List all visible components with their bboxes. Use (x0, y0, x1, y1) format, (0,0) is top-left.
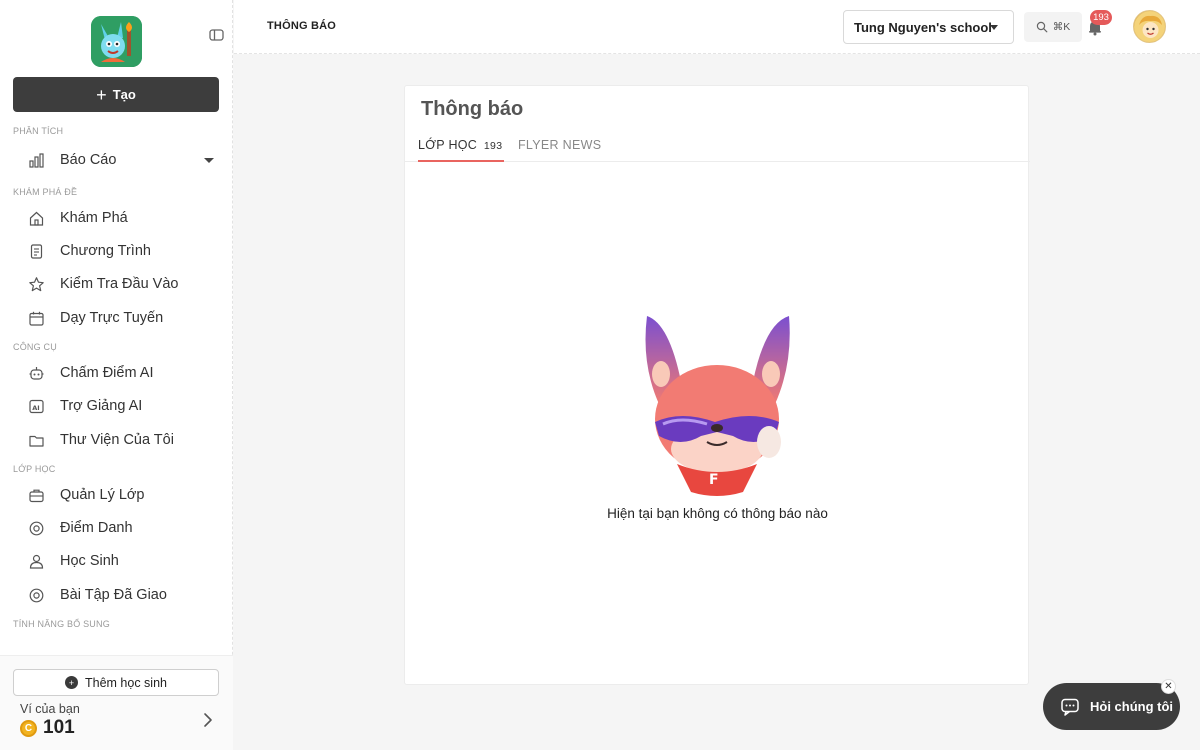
add-student-button[interactable]: + Thêm học sinh (13, 669, 219, 696)
notifications-card: Thông báo LỚP HỌC 193 FLYER NEWS F Hiện … (404, 85, 1030, 685)
empty-state-illustration: F (641, 314, 791, 496)
page-title: THÔNG BÁO (267, 20, 337, 32)
search-icon (1036, 21, 1048, 33)
chevron-right-icon (204, 713, 212, 727)
star-icon (28, 276, 45, 293)
tab-count: 193 (483, 140, 503, 152)
users-icon (28, 553, 45, 570)
briefcase-icon (28, 487, 45, 504)
chevron-down-icon (990, 25, 998, 30)
card-title: Thông báo (421, 98, 524, 120)
school-select-value: Tung Nguyen's school (854, 19, 992, 35)
sidebar-item-ai-grading[interactable]: Chấm Điểm AI (0, 358, 233, 388)
sidebar-item-label: Quản Lý Lớp (60, 487, 145, 503)
robot-icon (28, 365, 45, 382)
notification-count-badge: 193 (1090, 10, 1112, 25)
sidebar-toggle-icon (209, 29, 224, 41)
user-avatar-icon (1134, 11, 1165, 42)
sidebar-item-reports[interactable]: Báo Cáo (0, 145, 233, 175)
sidebar-item-label: Học Sinh (60, 553, 119, 569)
notification-tabs: LỚP HỌC 193 FLYER NEWS (405, 132, 1030, 162)
search-button[interactable]: ⌘K (1024, 12, 1082, 42)
wallet-balance: C 101 (20, 717, 75, 739)
fox-mascot-icon: F (645, 316, 790, 496)
chevron-down-icon (204, 157, 214, 163)
tab-label: FLYER NEWS (518, 138, 602, 152)
sidebar-item-my-library[interactable]: Thư Viện Của Tôi (0, 425, 233, 455)
svg-text:AI: AI (32, 403, 39, 411)
chat-button-label: Hỏi chúng tôi (1090, 699, 1174, 714)
collapse-sidebar-button[interactable] (208, 27, 226, 43)
chat-icon (1061, 698, 1079, 716)
sidebar-item-label: Điểm Danh (60, 520, 133, 536)
bar-chart-icon (28, 152, 45, 169)
app-logo[interactable] (91, 16, 142, 67)
ai-icon: AI (28, 398, 45, 415)
section-title-tools: CÔNG CỤ (13, 342, 57, 352)
sidebar-item-class-management[interactable]: Quản Lý Lớp (0, 480, 233, 510)
section-title-extra-features: TÍNH NĂNG BỔ SUNG (13, 619, 110, 629)
wallet-label: Ví của bạn (20, 702, 80, 716)
sidebar-item-label: Chấm Điểm AI (60, 365, 154, 381)
school-select[interactable]: Tung Nguyen's school (843, 10, 1014, 44)
sidebar-item-label: Dạy Trực Tuyến (60, 310, 164, 326)
add-circle-icon: + (65, 676, 78, 689)
sidebar-item-label: Thư Viện Của Tôi (60, 432, 174, 448)
sidebar-item-programs[interactable]: Chương Trình (0, 236, 233, 266)
create-button-label: Tạo (112, 87, 136, 102)
sidebar-item-students[interactable]: Học Sinh (0, 546, 233, 576)
sidebar-item-label: Trợ Giảng AI (60, 398, 143, 414)
sidebar-footer: + Thêm học sinh Ví của bạn C 101 (0, 655, 233, 750)
folder-icon (28, 432, 45, 449)
sidebar: + Tạo PHÂN TÍCH Báo Cáo KHÁM PHÁ ĐỀ Khám… (0, 0, 233, 750)
section-title-explore: KHÁM PHÁ ĐỀ (13, 187, 78, 197)
sidebar-item-label: Bài Tập Đã Giao (60, 587, 167, 603)
sidebar-item-explore[interactable]: Khám Phá (0, 203, 233, 233)
top-header: THÔNG BÁO Tung Nguyen's school ⌘K 193 (234, 0, 1200, 54)
section-title-classes: LỚP HỌC (13, 464, 56, 474)
ask-us-chat-button[interactable]: Hỏi chúng tôi (1043, 683, 1180, 730)
sidebar-nav[interactable]: PHÂN TÍCH Báo Cáo KHÁM PHÁ ĐỀ Khám Phá C… (0, 118, 233, 654)
tab-label: LỚP HỌC (418, 138, 478, 152)
coin-icon: C (20, 719, 37, 737)
empty-state-message: Hiện tại bạn không có thông báo nào (607, 506, 828, 521)
sidebar-item-assigned-homework[interactable]: Bài Tập Đã Giao (0, 580, 233, 610)
mascot-logo-icon (91, 16, 142, 67)
svg-text:F: F (709, 472, 719, 488)
add-student-label: Thêm học sinh (85, 675, 167, 690)
sidebar-item-label: Khám Phá (60, 210, 128, 226)
wallet-open-button[interactable] (202, 712, 214, 728)
sidebar-item-ai-assistant[interactable]: AI Trợ Giảng AI (0, 391, 233, 421)
avatar[interactable] (1133, 10, 1166, 43)
search-shortcut: ⌘K (1052, 21, 1071, 33)
create-button[interactable]: + Tạo (13, 77, 219, 112)
chat-close-button[interactable]: ✕ (1161, 679, 1176, 694)
home-icon (28, 210, 45, 227)
sidebar-item-attendance[interactable]: Điểm Danh (0, 513, 233, 543)
wallet-value: 101 (43, 717, 75, 738)
tab-flyer-news[interactable]: FLYER NEWS (518, 138, 601, 162)
section-title-analytics: PHÂN TÍCH (13, 126, 64, 136)
badge-icon (28, 520, 45, 537)
assignment-icon (28, 587, 45, 604)
sidebar-item-online-teaching[interactable]: Dạy Trực Tuyến (0, 303, 233, 333)
document-icon (28, 243, 45, 260)
sidebar-item-placement-test[interactable]: Kiểm Tra Đầu Vào (0, 269, 233, 299)
sidebar-item-label: Báo Cáo (60, 152, 117, 168)
sidebar-item-label: Chương Trình (60, 243, 151, 259)
plus-icon: + (96, 84, 107, 105)
calendar-icon (28, 310, 45, 327)
sidebar-item-label: Kiểm Tra Đầu Vào (60, 276, 179, 292)
tab-class[interactable]: LỚP HỌC 193 (418, 138, 504, 162)
